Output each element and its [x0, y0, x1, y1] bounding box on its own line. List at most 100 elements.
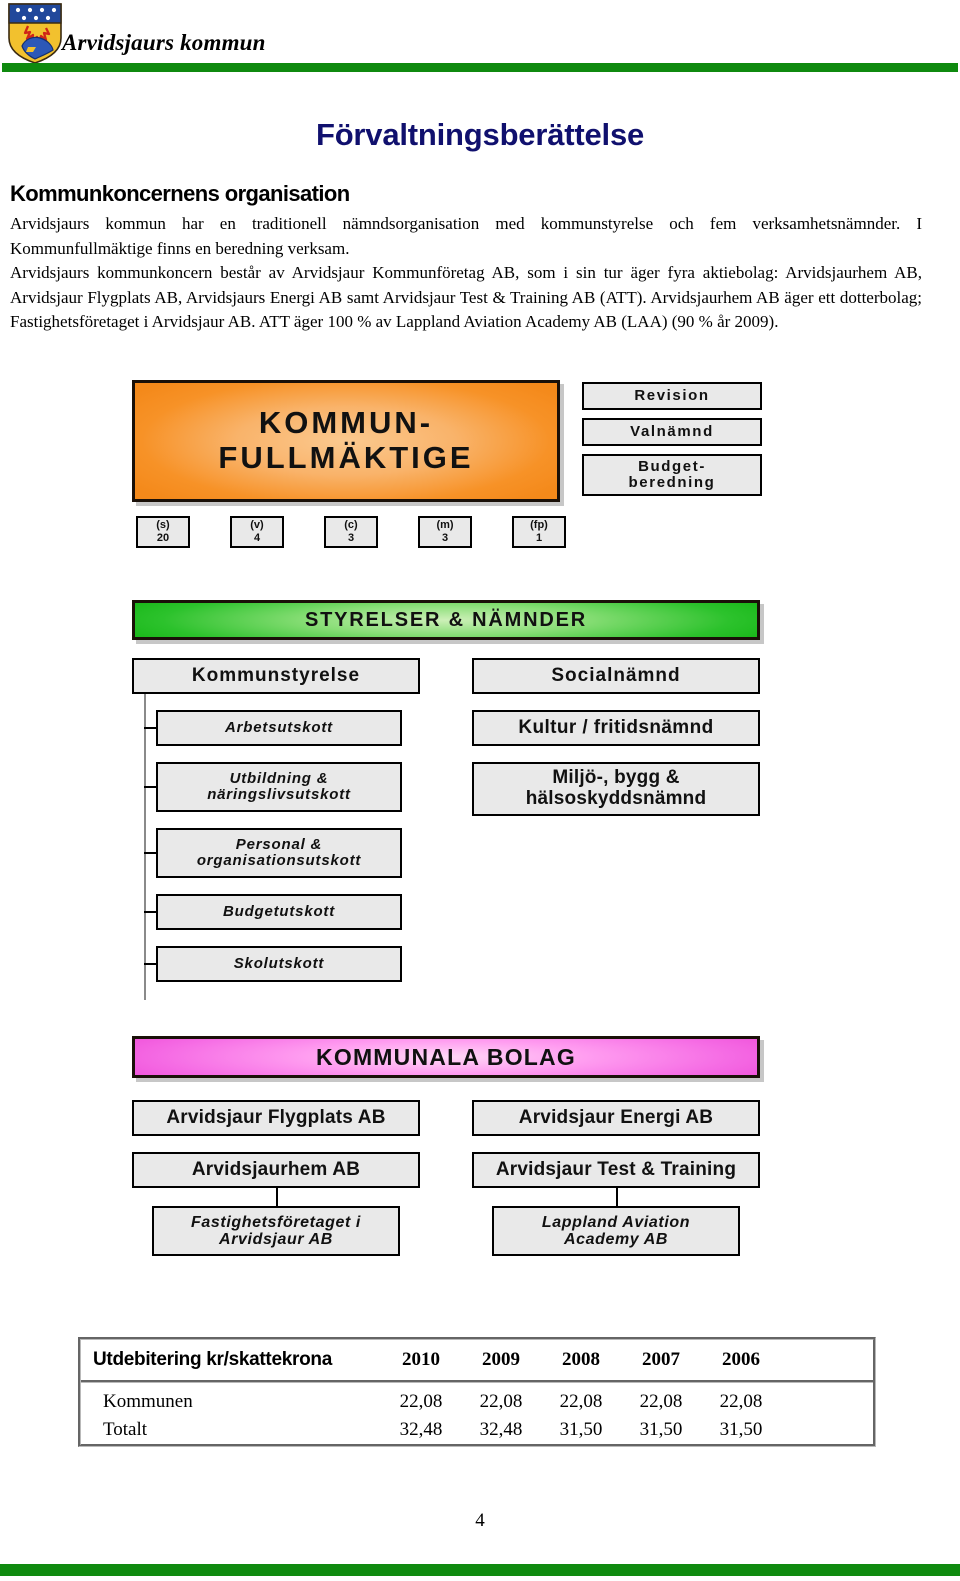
- node-miljobygghalsoskyddsnamnd-label-line2: hälsoskyddsnämnd: [525, 788, 707, 809]
- table-body: Kommunen 22,08 22,08 22,08 22,08 22,08 T…: [81, 1383, 873, 1444]
- party-box-c: (c) 3: [324, 516, 378, 548]
- header-green-rule: [2, 63, 958, 72]
- node-arvidsjaur-flygplats-ab-label: Arvidsjaur Flygplats AB: [166, 1106, 386, 1128]
- kommunfullmaktige-label-line1: KOMMUN-: [258, 405, 434, 441]
- node-valnamnd-label: Valnämnd: [630, 422, 714, 440]
- connector-trunk-kommunstyrelse: [144, 694, 146, 1000]
- party-box-m-name: (m): [436, 518, 454, 531]
- row-totalt-2007: 31,50: [639, 1419, 683, 1440]
- table-row: Kommunen 22,08 22,08 22,08 22,08 22,08: [81, 1383, 873, 1416]
- row-totalt-2006: 31,50: [719, 1419, 763, 1440]
- node-socialnamnd-label: Socialnämnd: [551, 664, 681, 686]
- node-fastighetsforetaget-label-line2: Arvidsjaur AB: [219, 1231, 333, 1248]
- row-kommunen-2010: 22,08: [399, 1391, 443, 1412]
- footer-green-rule: [0, 1564, 960, 1576]
- table-col-2006: 2006: [701, 1340, 781, 1383]
- connector-arvidsjaurhem-to-fastighetsforetaget: [276, 1188, 278, 1206]
- node-arvidsjaur-test-training: Arvidsjaur Test & Training: [472, 1152, 760, 1188]
- node-valnamnd: Valnämnd: [582, 418, 762, 446]
- party-box-s-name: (s): [156, 518, 170, 531]
- party-box-fp-name: (fp): [530, 518, 548, 531]
- node-arbetsutskott-label: Arbetsutskott: [225, 718, 333, 736]
- node-miljobygghalsoskyddsnamnd: Miljö-, bygg & hälsoskyddsnämnd: [472, 762, 760, 816]
- section-heading: Kommunkoncernens organisation: [10, 181, 350, 206]
- node-budgetberedning-label-line1: Budget-: [638, 457, 706, 475]
- body-text: Arvidsjaurs kommun har en traditionell n…: [10, 212, 922, 335]
- styrelser-namnder-label: STYRELSER & NÄMNDER: [305, 608, 587, 631]
- node-fastighetsforetaget-i-arvidsjaur-ab: Fastighetsföretaget i Arvidsjaur AB: [152, 1206, 400, 1256]
- node-utbildningsutskott-label-line1: Utbildning &: [229, 769, 329, 787]
- table-col-2008: 2008: [541, 1340, 621, 1383]
- table-header-row: Utdebitering kr/skattekrona 2010 2009 20…: [81, 1340, 873, 1383]
- table-title: Utdebitering kr/skattekrona: [81, 1340, 381, 1383]
- node-skolutskott-label: Skolutskott: [233, 954, 325, 972]
- node-arvidsjaur-flygplats-ab: Arvidsjaur Flygplats AB: [132, 1100, 420, 1136]
- organisation-chart: KOMMUN- FULLMÄKTIGE Revision Valnämnd Bu…: [130, 376, 830, 1296]
- node-kulturfritidsnamnd-label: Kultur / fritidsnämnd: [518, 716, 714, 738]
- party-box-c-name: (c): [344, 518, 358, 531]
- connector-branch-budgetutskott: [144, 911, 156, 913]
- row-totalt-2010: 32,48: [399, 1419, 443, 1440]
- connector-branch-utbildningsutskott: [144, 786, 156, 788]
- node-personalutskott: Personal & organisationsutskott: [156, 828, 402, 878]
- page-header: Arvidsjaurs kommun: [0, 0, 960, 72]
- node-budgetberedning: Budget- beredning: [582, 454, 762, 496]
- kommunala-bolag-label: KOMMUNALA BOLAG: [316, 1043, 576, 1070]
- node-budgetutskott-label: Budgetutskott: [222, 902, 336, 920]
- node-kommunstyrelse-label: Kommunstyrelse: [191, 664, 361, 686]
- node-fastighetsforetaget-label-line1: Fastighetsföretaget i: [191, 1213, 361, 1231]
- styrelser-namnder-banner: STYRELSER & NÄMNDER: [132, 600, 760, 640]
- node-lappland-aviation-label-line2: Academy AB: [563, 1231, 669, 1248]
- party-box-fp: (fp) 1: [512, 516, 566, 548]
- table-header: Utdebitering kr/skattekrona 2010 2009 20…: [81, 1340, 873, 1383]
- node-arvidsjaur-energi-ab-label: Arvidsjaur Energi AB: [518, 1106, 714, 1128]
- kommunfullmaktige-label-line2: FULLMÄKTIGE: [218, 440, 474, 475]
- node-skolutskott: Skolutskott: [156, 946, 402, 982]
- row-kommunen-2007: 22,08: [639, 1391, 683, 1412]
- party-box-v: (v) 4: [230, 516, 284, 548]
- table-row: Totalt 32,48 32,48 31,50 31,50 31,50: [81, 1416, 873, 1444]
- row-totalt-spacer: [781, 1416, 873, 1444]
- paragraph-2: Arvidsjaurs kommunkoncern består av Arvi…: [10, 263, 922, 332]
- node-utbildningsutskott-label-line2: näringslivsutskott: [207, 786, 351, 803]
- node-miljobygghalsoskyddsnamnd-label-line1: Miljö-, bygg &: [552, 767, 680, 789]
- node-kommunstyrelse: Kommunstyrelse: [132, 658, 420, 694]
- connector-branch-arbetsutskott: [144, 727, 156, 729]
- row-kommunen-2008: 22,08: [559, 1391, 603, 1412]
- row-kommunen-label: Kommunen: [103, 1391, 193, 1412]
- row-totalt-2008: 31,50: [559, 1419, 603, 1440]
- node-arvidsjaurhem-ab-label: Arvidsjaurhem AB: [191, 1158, 361, 1180]
- party-box-v-name: (v): [250, 518, 264, 531]
- utdebitering-table: Utdebitering kr/skattekrona 2010 2009 20…: [78, 1337, 876, 1447]
- coat-of-arms-icon: [8, 3, 62, 64]
- table-col-2007: 2007: [621, 1340, 701, 1383]
- kommunala-bolag-banner: KOMMUNALA BOLAG: [132, 1036, 760, 1078]
- node-revision: Revision: [582, 382, 762, 410]
- paragraph-1: Arvidsjaurs kommun har en traditionell n…: [10, 214, 922, 258]
- connector-branch-personalutskott: [144, 852, 156, 854]
- table-col-spacer: [781, 1340, 873, 1383]
- organisation-name: Arvidsjaurs kommun: [62, 30, 266, 55]
- node-arvidsjaurhem-ab: Arvidsjaurhem AB: [132, 1152, 420, 1188]
- kommunfullmaktige-box: KOMMUN- FULLMÄKTIGE: [132, 380, 560, 502]
- node-kulturfritidsnamnd: Kultur / fritidsnämnd: [472, 710, 760, 746]
- party-box-s: (s) 20: [136, 516, 190, 548]
- party-box-v-seats: 4: [253, 532, 261, 544]
- row-kommunen-2006: 22,08: [719, 1391, 763, 1412]
- node-lappland-aviation-academy-ab: Lappland Aviation Academy AB: [492, 1206, 740, 1256]
- table-col-2009: 2009: [461, 1340, 541, 1383]
- node-arvidsjaur-test-training-label: Arvidsjaur Test & Training: [495, 1158, 737, 1180]
- party-box-m-seats: 3: [441, 532, 449, 544]
- row-totalt-2009: 32,48: [479, 1419, 523, 1440]
- party-box-c-seats: 3: [347, 532, 355, 544]
- table-col-2010: 2010: [381, 1340, 461, 1383]
- node-revision-label: Revision: [634, 386, 710, 404]
- party-box-s-seats: 20: [156, 532, 170, 544]
- party-box-m: (m) 3: [418, 516, 472, 548]
- node-arvidsjaur-energi-ab: Arvidsjaur Energi AB: [472, 1100, 760, 1136]
- party-box-fp-seats: 1: [535, 532, 543, 544]
- connector-branch-skolutskott: [144, 963, 156, 965]
- node-socialnamnd: Socialnämnd: [472, 658, 760, 694]
- page-number: 4: [475, 1510, 485, 1531]
- node-lappland-aviation-label-line1: Lappland Aviation: [541, 1213, 691, 1231]
